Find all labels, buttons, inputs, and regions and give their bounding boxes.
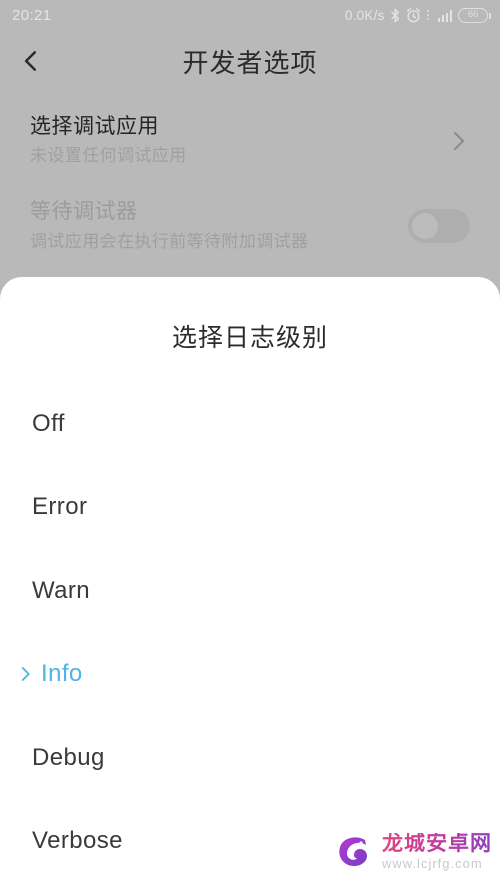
- setting-row-select-debug-app[interactable]: 选择调试应用 未设置任何调试应用: [0, 97, 500, 182]
- alarm-icon: [406, 7, 421, 23]
- status-icons: 0.0K/s 66: [345, 7, 491, 23]
- battery-level-label: 66: [467, 9, 479, 21]
- chevron-right-icon: [446, 129, 470, 153]
- signal-icon: [437, 9, 452, 22]
- network-speed-label: 0.0K/s: [345, 7, 385, 23]
- status-clock: 20:21: [12, 6, 52, 24]
- back-button[interactable]: [0, 30, 62, 92]
- setting-title: 选择调试应用: [30, 115, 159, 138]
- option-label: Error: [32, 493, 88, 521]
- option-label: Off: [32, 409, 65, 437]
- option-row-error[interactable]: Error: [0, 466, 500, 550]
- toggle-knob: [412, 212, 438, 239]
- status-bar: 20:21 0.0K/s 66: [0, 0, 500, 30]
- sim-indicator-icon: [426, 9, 433, 22]
- log-level-option-list: Off Error Warn Info Debug Verbose: [0, 364, 500, 877]
- option-label: Verbose: [32, 827, 123, 855]
- settings-list: 选择调试应用 未设置任何调试应用 等待调试器 调试应用会在执行前等待附加调试器: [0, 97, 500, 268]
- log-level-dialog: 选择日志级别 Off Error Warn Info Debug Verbose: [0, 277, 500, 877]
- chevron-right-icon: [16, 665, 34, 683]
- option-label: Debug: [32, 743, 105, 771]
- bluetooth-icon: [390, 8, 400, 23]
- setting-title: 等待调试器: [30, 200, 138, 224]
- option-row-info[interactable]: Info: [0, 633, 500, 717]
- dialog-title: 选择日志级别: [171, 324, 328, 352]
- option-row-warn[interactable]: Warn: [0, 549, 500, 633]
- setting-text-block: 等待调试器 调试应用会在执行前等待附加调试器: [30, 198, 396, 253]
- option-label: Info: [41, 660, 83, 688]
- setting-subtitle: 未设置任何调试应用: [30, 146, 187, 166]
- setting-row-wait-for-debugger: 等待调试器 调试应用会在执行前等待附加调试器: [0, 182, 500, 267]
- setting-subtitle: 调试应用会在执行前等待附加调试器: [30, 231, 309, 251]
- option-row-debug[interactable]: Debug: [0, 716, 500, 800]
- battery-icon: 66: [458, 7, 491, 23]
- setting-text-block: 选择调试应用 未设置任何调试应用: [30, 113, 436, 168]
- wait-for-debugger-toggle: [408, 208, 470, 243]
- page-title: 开发者选项: [182, 47, 318, 78]
- option-row-off[interactable]: Off: [0, 382, 500, 466]
- option-label: Warn: [32, 576, 91, 604]
- option-row-verbose[interactable]: Verbose: [0, 800, 500, 877]
- app-bar: 开发者选项: [0, 30, 500, 92]
- chevron-left-icon: [18, 48, 44, 74]
